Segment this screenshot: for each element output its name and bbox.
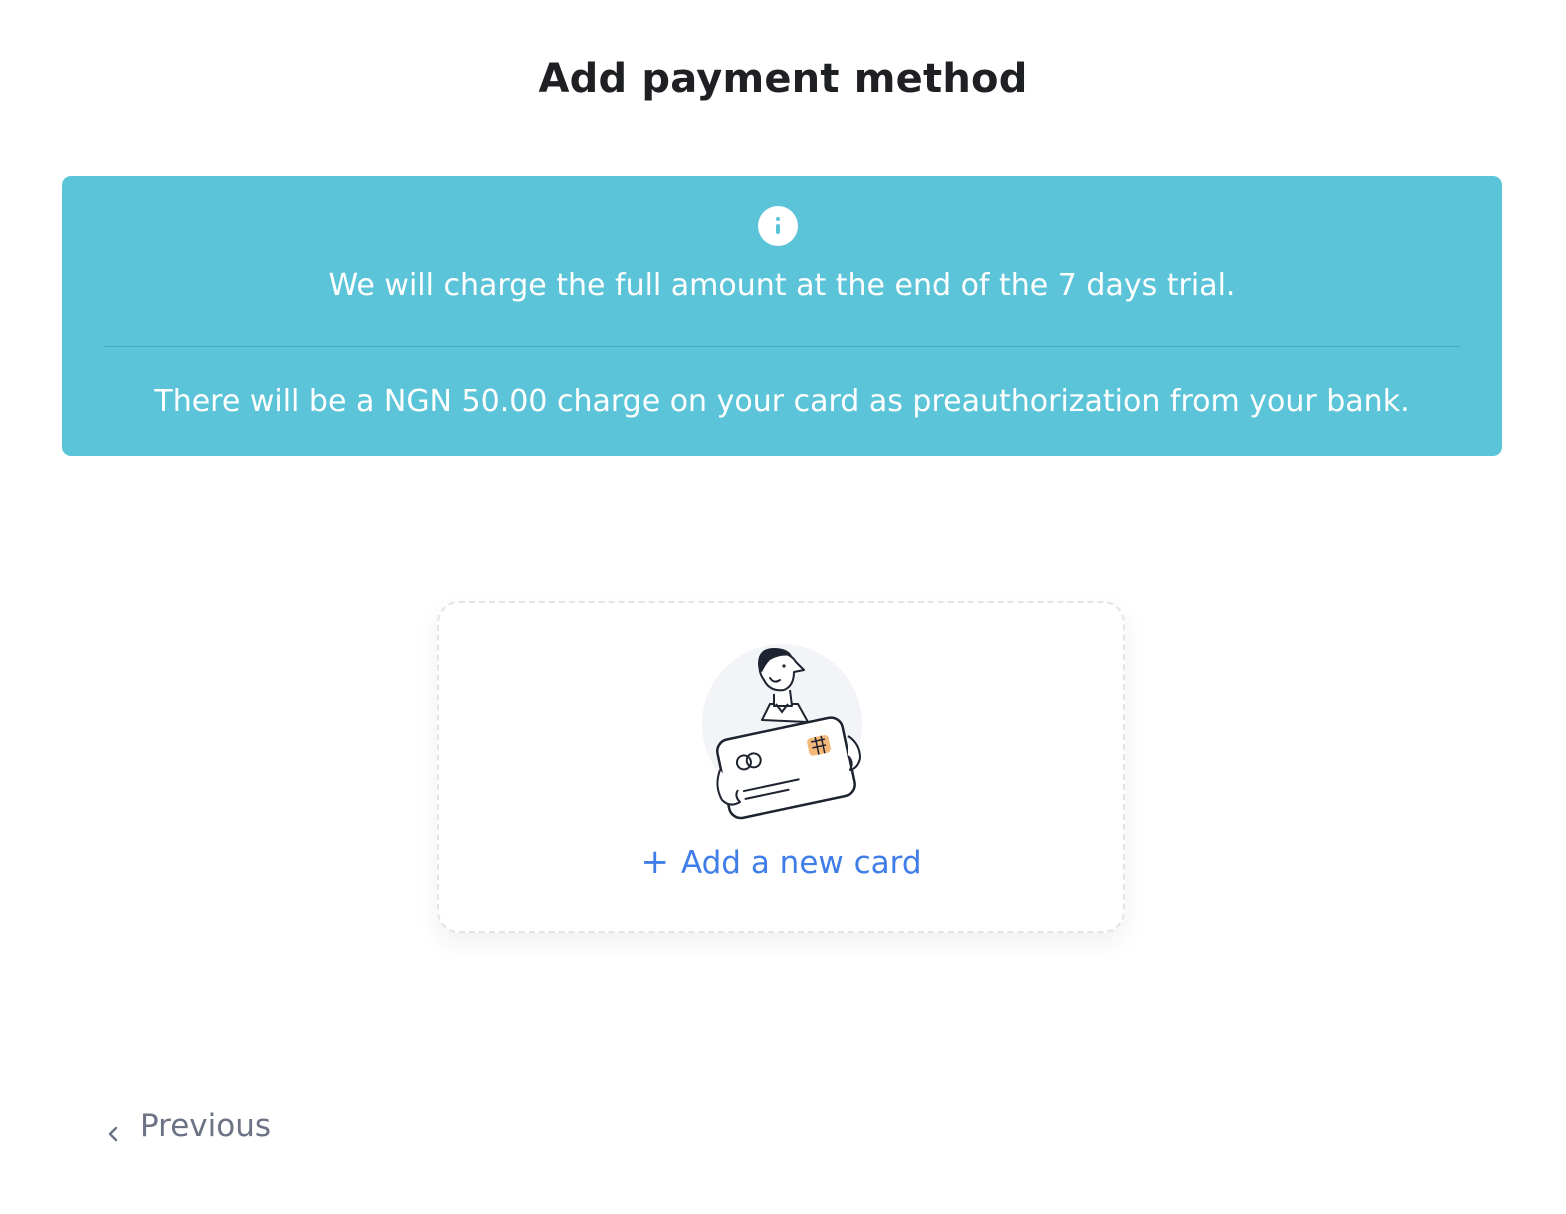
previous-label: Previous <box>140 1108 272 1144</box>
add-new-card-link[interactable]: + Add a new card <box>437 842 1125 882</box>
person-holding-card-illustration <box>700 640 870 830</box>
previous-button[interactable]: Previous <box>104 1104 271 1148</box>
preauthorization-message: There will be a NGN 50.00 charge on your… <box>154 384 1410 419</box>
plus-icon: + <box>640 842 669 882</box>
notice-divider <box>104 346 1460 347</box>
page-title: Add payment method <box>538 56 1028 102</box>
add-new-card-label: Add a new card <box>680 845 922 881</box>
payment-method-page: Add payment method We will charge the fu… <box>0 0 1566 1214</box>
chevron-left-icon <box>104 1116 124 1142</box>
info-icon <box>758 206 798 246</box>
trial-charge-message: We will charge the full amount at the en… <box>328 268 1236 303</box>
